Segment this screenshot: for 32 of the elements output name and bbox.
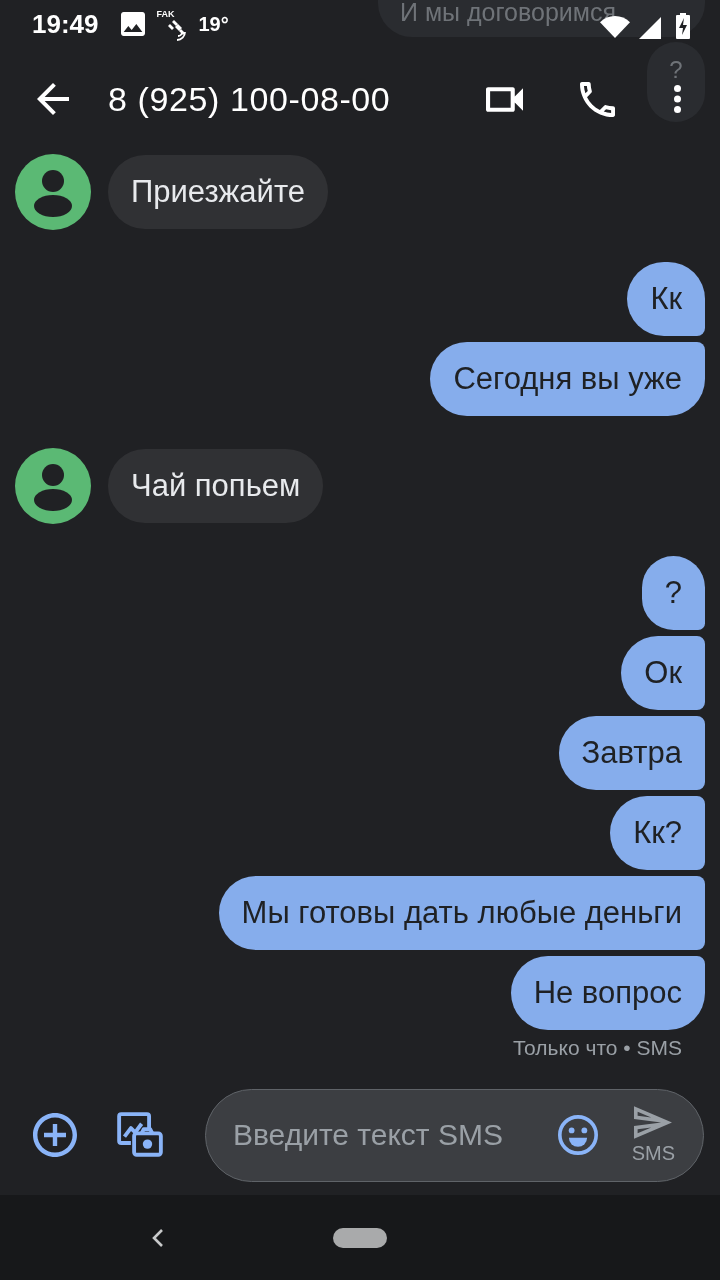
more-options-button[interactable] — [672, 85, 683, 113]
message-bubble: Не вопрос — [510, 956, 705, 1030]
message-bubble: Ок — [621, 636, 705, 710]
phone-call-button[interactable] — [580, 81, 615, 117]
faded-message-bubble: И мы договоримся — [378, 0, 705, 37]
nav-back-button[interactable] — [150, 1227, 164, 1248]
message-bubble: ? — [641, 556, 705, 630]
message-timestamp: Только что • SMS — [512, 1036, 682, 1060]
emoji-button[interactable] — [557, 1115, 598, 1155]
image-icon — [120, 12, 145, 36]
faded-message-bubble: ? — [647, 42, 705, 122]
avatar-icon — [15, 448, 91, 524]
message-bubble: Мы готовы дать любые деньги — [218, 876, 705, 950]
message-bubble: Сегодня вы уже — [430, 342, 705, 416]
clock: 19:49 — [32, 10, 99, 38]
message-bubble: Чай попьем — [108, 449, 324, 523]
battery-charging-icon — [676, 13, 690, 39]
message-bubble: Кк — [627, 262, 705, 336]
message-bubble: Приезжайте — [108, 155, 328, 229]
avatar-icon — [15, 154, 91, 230]
video-call-button[interactable] — [486, 86, 523, 112]
add-attachment-button[interactable] — [33, 1113, 77, 1157]
notification-label: FAK — [156, 9, 175, 19]
gallery-camera-button[interactable] — [117, 1112, 163, 1158]
contact-title: 8 (925) 100-08-00 — [108, 79, 391, 119]
back-button[interactable] — [37, 83, 69, 115]
message-bubble: Завтра — [558, 716, 705, 790]
message-input-field[interactable]: Введите текст SMS SMS — [205, 1088, 704, 1182]
signal-icon — [639, 17, 661, 39]
message-bubble: Кк? — [610, 796, 705, 870]
home-button[interactable] — [333, 1227, 387, 1248]
temperature: 19° — [198, 13, 229, 35]
